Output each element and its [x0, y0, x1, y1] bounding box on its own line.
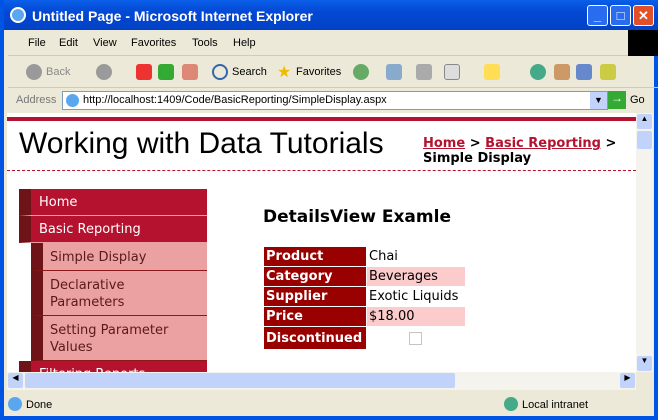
address-url: http://localhost:1409/Code/BasicReportin…	[83, 94, 387, 106]
addon-icon[interactable]	[600, 64, 616, 80]
nav-item-home[interactable]: Home	[19, 189, 207, 216]
breadcrumb-separator: >	[605, 136, 617, 151]
stop-icon[interactable]	[136, 64, 152, 80]
page-icon	[66, 94, 79, 107]
details-row: Product Chai	[263, 246, 466, 267]
mail-icon[interactable]	[386, 64, 402, 80]
details-row: Price $18.00	[263, 306, 466, 327]
breadcrumb-home[interactable]: Home	[423, 136, 465, 151]
search-button[interactable]: Search	[232, 66, 267, 78]
details-row: Category Beverages	[263, 266, 466, 287]
details-row: Discontinued	[263, 326, 466, 350]
menu-view[interactable]: View	[93, 37, 117, 49]
discontinued-checkbox	[409, 331, 422, 345]
print-icon[interactable]	[416, 64, 432, 80]
menu-file[interactable]: File	[28, 37, 46, 49]
details-view: Product Chai Category Beverages Supplier Ex…	[263, 246, 466, 350]
minimize-button[interactable]: _	[587, 5, 608, 26]
nav-menu: Home Basic Reporting Simple Display Decl…	[19, 189, 207, 372]
horizontal-scrollbar[interactable]: ◀ ▶	[7, 372, 636, 390]
address-bar: Address http://localhost:1409/Code/Basic…	[8, 88, 658, 112]
field-label: Price	[263, 306, 367, 327]
nav-item-basic-reporting[interactable]: Basic Reporting	[19, 216, 207, 243]
details-row: Supplier Exotic Liquids	[263, 286, 466, 307]
refresh-icon[interactable]	[158, 64, 174, 80]
vertical-scrollbar[interactable]: ▲ ▼	[636, 113, 653, 372]
maximize-button[interactable]: □	[610, 5, 631, 26]
field-value: Exotic Liquids	[366, 286, 466, 307]
status-text: Done	[26, 399, 53, 411]
favorites-star-icon[interactable]: ★	[277, 62, 293, 81]
messenger-icon[interactable]	[530, 64, 546, 80]
history-icon[interactable]	[353, 64, 369, 80]
site-title: Working with Data Tutorials	[19, 127, 384, 160]
close-button[interactable]: ✕	[633, 5, 654, 26]
field-label: Category	[263, 266, 367, 287]
address-dropdown-icon[interactable]: ▼	[590, 92, 607, 109]
home-icon[interactable]	[182, 64, 198, 80]
zone-text: Local intranet	[522, 399, 589, 411]
menu-bar: File Edit View Favorites Tools Help	[8, 30, 658, 56]
field-label: Supplier	[263, 286, 367, 307]
address-input[interactable]: http://localhost:1409/Code/BasicReportin…	[62, 91, 608, 110]
favorites-button[interactable]: Favorites	[296, 66, 341, 78]
nav-subitem-simple-display[interactable]: Simple Display	[31, 243, 207, 271]
menu-favorites[interactable]: Favorites	[131, 37, 176, 49]
nav-item-filtering-reports[interactable]: Filtering Reports	[19, 361, 207, 372]
back-button[interactable]: Back	[46, 66, 70, 78]
field-label: Discontinued	[263, 326, 367, 350]
research-icon[interactable]	[554, 64, 570, 80]
title-bar: Untitled Page - Microsoft Internet Explo…	[4, 0, 658, 30]
edit-word-icon[interactable]	[444, 64, 460, 80]
nav-subitem-setting-parameter-values[interactable]: Setting Parameter Values	[31, 316, 207, 361]
toolbar: Back Search ★ Favorites	[8, 56, 658, 88]
ie-icon	[10, 7, 26, 23]
scroll-up-icon[interactable]: ▲	[637, 114, 652, 129]
details-heading: DetailsView Examle	[263, 207, 451, 227]
scroll-down-icon[interactable]: ▼	[637, 356, 652, 371]
window-title: Untitled Page - Microsoft Internet Explo…	[32, 8, 313, 24]
scroll-left-icon[interactable]: ◀	[8, 373, 23, 388]
field-value: Beverages	[366, 266, 466, 287]
breadcrumb: Home > Basic Reporting > Simple Display	[423, 136, 616, 166]
notes-icon[interactable]	[484, 64, 500, 80]
menu-tools[interactable]: Tools	[192, 37, 218, 49]
page-content: Working with Data Tutorials Home > Basic…	[7, 113, 636, 372]
intranet-icon	[504, 397, 518, 411]
tool-icon[interactable]	[576, 64, 592, 80]
menu-edit[interactable]: Edit	[59, 37, 78, 49]
vertical-scroll-thumb[interactable]	[637, 131, 652, 149]
ie-status-icon	[8, 397, 22, 411]
breadcrumb-current: Simple Display	[423, 151, 532, 166]
horizontal-scroll-thumb[interactable]	[25, 373, 455, 388]
windows-logo	[628, 30, 658, 56]
scroll-right-icon[interactable]: ▶	[620, 373, 635, 388]
forward-icon[interactable]	[96, 64, 112, 80]
field-value: Chai	[366, 246, 466, 267]
field-value: $18.00	[366, 306, 466, 327]
back-icon[interactable]	[26, 64, 42, 80]
breadcrumb-separator: >	[469, 136, 481, 151]
go-button[interactable]: Go	[630, 94, 645, 106]
header-bar	[7, 117, 636, 121]
field-label: Product	[263, 246, 367, 267]
go-arrow-icon[interactable]: →	[608, 91, 626, 109]
menu-help[interactable]: Help	[233, 37, 256, 49]
nav-subitem-declarative-parameters[interactable]: Declarative Parameters	[31, 271, 207, 316]
address-label: Address	[16, 94, 57, 106]
breadcrumb-basic-reporting[interactable]: Basic Reporting	[485, 136, 601, 151]
status-bar: Done Local intranet	[4, 393, 654, 416]
header-divider	[7, 170, 636, 171]
search-icon[interactable]	[212, 64, 228, 80]
